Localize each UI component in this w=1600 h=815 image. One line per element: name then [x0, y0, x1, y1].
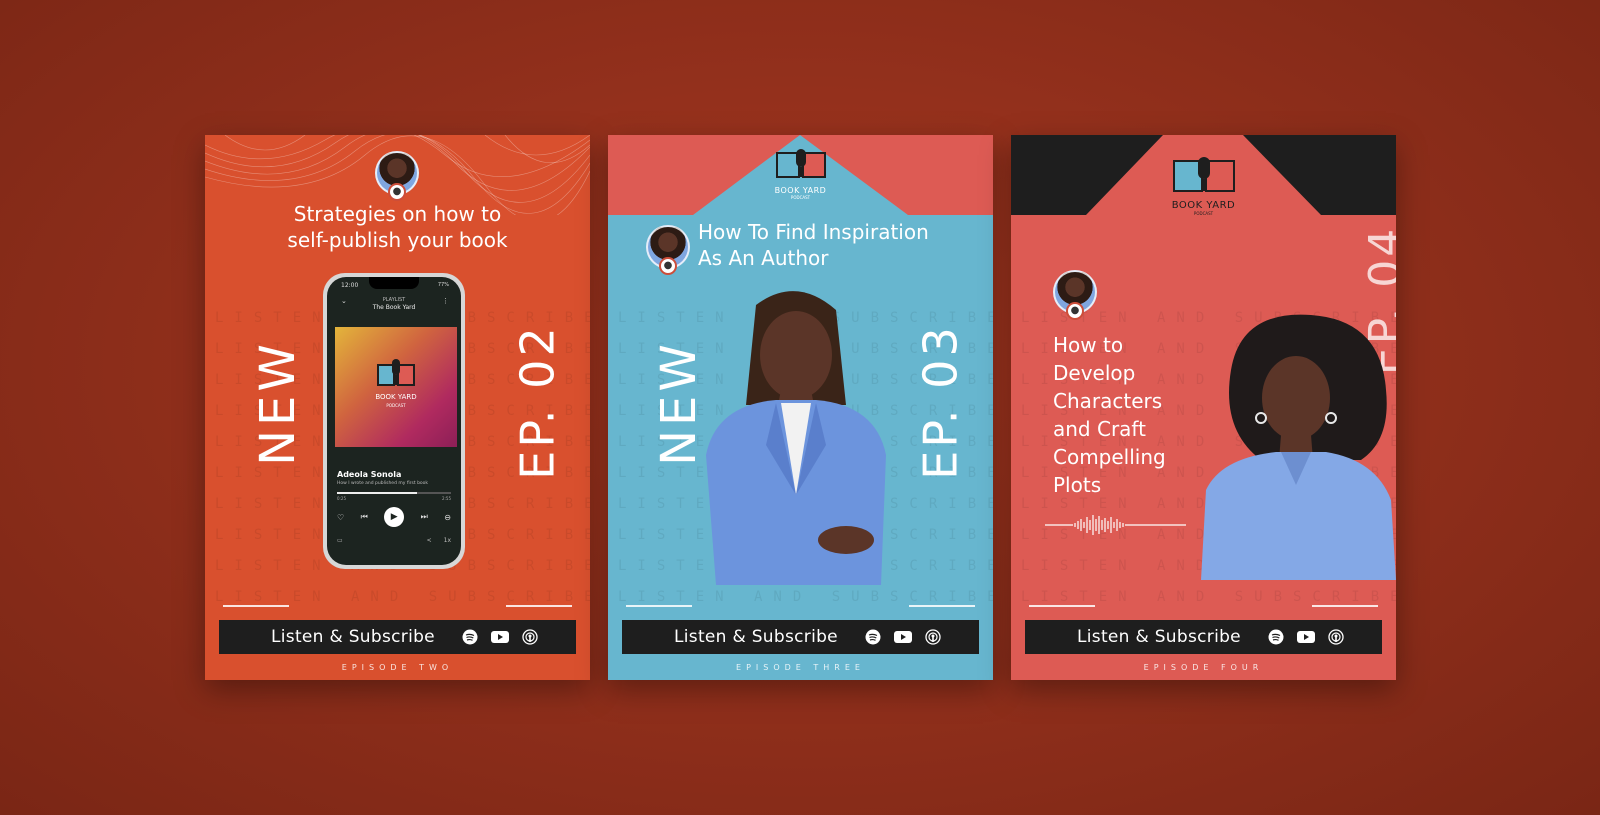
elapsed-time: 0:25 — [337, 496, 346, 501]
host-photo — [706, 291, 886, 585]
spotify-icon[interactable] — [461, 628, 479, 646]
book-mic-logo-icon — [1172, 157, 1235, 192]
cast-icon[interactable]: ▭ — [337, 537, 343, 544]
player-controls: ♡ ⏮ ▶ ⏭ ⊖ — [337, 507, 451, 527]
podcast-icon[interactable] — [1327, 628, 1345, 646]
book-yard-logo: BOOK YARD PODCAST — [1172, 155, 1236, 216]
artist-name: Adeola Sonola — [337, 470, 402, 479]
divider-left — [1029, 605, 1095, 607]
podcast-icon[interactable] — [521, 628, 539, 646]
podcast-icon: ● — [659, 257, 677, 275]
phone-screen: 12:00 77% ⌄ ⋮ PLAYLIST The Book Yard BOO… — [327, 277, 461, 565]
play-button[interactable]: ▶ — [384, 507, 405, 527]
phone-notch — [369, 277, 419, 289]
youtube-icon[interactable] — [1296, 628, 1315, 646]
book-mic-logo-icon — [775, 149, 826, 178]
divider-left — [223, 605, 289, 607]
phone-time: 12:00 — [341, 282, 359, 289]
track-name: How I wrote and published my first book — [337, 481, 429, 486]
progress-fill — [337, 492, 417, 494]
episode-number-label: EP. 02 — [510, 324, 565, 480]
episode-title: Strategies on how to self-publish your b… — [205, 201, 590, 253]
episode-number-label: EP. 03 — [913, 324, 968, 480]
logo-subtitle: PODCAST — [790, 195, 811, 200]
title-line: As An Author — [698, 246, 829, 270]
title-line: Characters — [1053, 389, 1163, 413]
share-icon[interactable]: < — [427, 537, 432, 544]
progress-bar[interactable] — [337, 492, 451, 494]
album-art: BOOK YARD PODCAST — [335, 327, 457, 447]
divider-right — [1312, 605, 1378, 607]
album-art-subtitle: PODCAST — [386, 403, 406, 408]
logo-text: BOOK YARD — [774, 186, 827, 195]
episode-card-four: BOOK YARD PODCAST LISTEN AND SUBSCRIBE L… — [1011, 135, 1396, 680]
subscribe-bar[interactable]: Listen & Subscribe — [622, 620, 979, 654]
logo-subtitle: PODCAST — [1193, 211, 1214, 216]
host-avatar: ● — [375, 151, 419, 201]
title-line: How to — [1053, 333, 1124, 357]
host-avatar: ● — [646, 225, 690, 275]
book-yard-logo: BOOK YARD PODCAST — [775, 147, 827, 200]
subscribe-label: Listen & Subscribe — [674, 627, 838, 647]
heart-icon[interactable]: ♡ — [337, 513, 344, 522]
title-line: self-publish your book — [287, 228, 508, 252]
phone-bottom-bar: ▭ < 1x — [337, 537, 451, 544]
title-line: How To Find Inspiration — [698, 220, 929, 244]
episode-text: EPISODE FOUR — [1143, 663, 1264, 672]
phone-battery: 77% — [437, 282, 449, 288]
episode-card-three: BOOK YARD PODCAST LISTEN AND SUBSCRIBE L… — [608, 135, 993, 680]
host-avatar: ● — [1053, 270, 1097, 320]
playlist-label: PLAYLIST — [382, 297, 406, 303]
minus-circle-icon[interactable]: ⊖ — [444, 513, 451, 522]
subscribe-label: Listen & Subscribe — [1077, 627, 1241, 647]
youtube-icon[interactable] — [490, 628, 509, 646]
episode-text: EPISODE TWO — [341, 663, 454, 672]
episode-text: EPISODE THREE — [736, 663, 865, 672]
skip-forward-icon[interactable]: ⏭ — [421, 512, 428, 522]
podcast-icon[interactable] — [924, 628, 942, 646]
divider-left — [626, 605, 692, 607]
title-line: Compelling — [1053, 445, 1166, 469]
speed-label[interactable]: 1x — [444, 537, 451, 544]
subscribe-bar[interactable]: Listen & Subscribe — [219, 620, 576, 654]
title-line: and Craft — [1053, 417, 1146, 441]
album-art-title: BOOK YARD — [375, 393, 417, 401]
episode-title: How to Develop Characters and Craft Comp… — [1053, 331, 1166, 499]
episode-title: How To Find Inspiration As An Author — [698, 219, 929, 271]
book-mic-logo-icon — [377, 359, 415, 386]
podcast-icon: ● — [388, 183, 406, 201]
audio-waveform-icon — [1045, 515, 1186, 535]
title-line: Strategies on how to — [293, 202, 502, 226]
logo-text: BOOK YARD — [1171, 200, 1236, 211]
host-photo — [1201, 314, 1396, 580]
spotify-icon[interactable] — [864, 628, 882, 646]
divider-right — [506, 605, 572, 607]
title-line: Plots — [1053, 473, 1102, 497]
subscribe-label: Listen & Subscribe — [271, 627, 435, 647]
skip-back-icon[interactable]: ⏮ — [361, 512, 368, 522]
new-label: NEW — [249, 340, 306, 466]
episode-card-two: LISTEN AND SUBSCRIBE LISTEN AND SUBSCRIB… — [205, 135, 590, 680]
subscribe-bar[interactable]: Listen & Subscribe — [1025, 620, 1382, 654]
youtube-icon[interactable] — [893, 628, 912, 646]
total-time: 2:55 — [442, 496, 451, 501]
title-line: Develop — [1053, 361, 1136, 385]
spotify-icon[interactable] — [1267, 628, 1285, 646]
divider-right — [909, 605, 975, 607]
phone-mockup: 12:00 77% ⌄ ⋮ PLAYLIST The Book Yard BOO… — [323, 273, 465, 569]
podcast-icon: ● — [1066, 302, 1084, 320]
playlist-name: The Book Yard — [372, 304, 416, 311]
